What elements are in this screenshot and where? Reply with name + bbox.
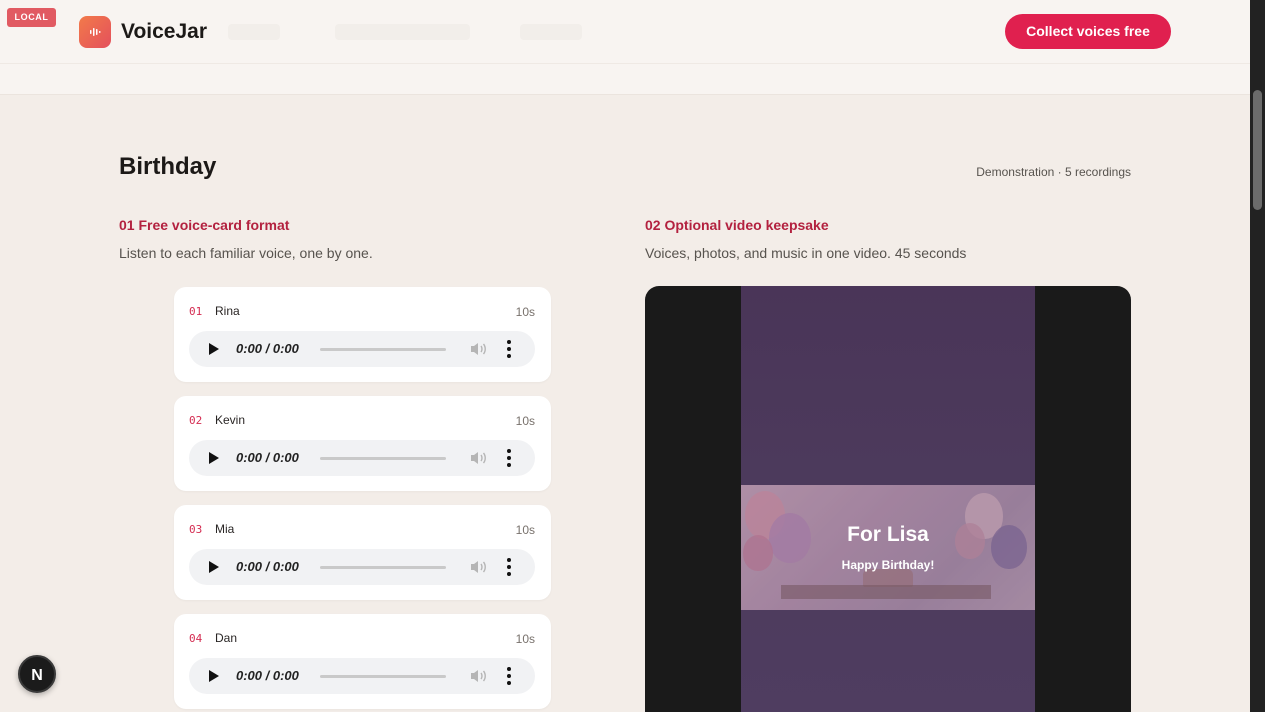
nav-item-faded[interactable] — [520, 24, 582, 40]
collect-voices-button[interactable]: Collect voices free — [1005, 14, 1171, 49]
audio-time: 0:00 / 0:00 — [236, 668, 299, 683]
nav-item-faded[interactable] — [228, 24, 280, 40]
audio-player[interactable]: 0:00 / 0:00 — [189, 549, 535, 585]
more-vertical-icon[interactable] — [507, 667, 511, 685]
recording-name: Dan — [215, 631, 238, 645]
more-vertical-icon[interactable] — [507, 449, 511, 467]
audio-player[interactable]: 0:00 / 0:00 — [189, 331, 535, 367]
recordings-meta: Demonstration · 5 recordings — [976, 165, 1131, 179]
page-scrollbar[interactable] — [1250, 0, 1265, 712]
audio-progress-track[interactable] — [320, 675, 446, 678]
local-env-badge: LOCAL — [7, 8, 56, 27]
scrollbar-thumb[interactable] — [1253, 90, 1262, 210]
audio-progress-track[interactable] — [320, 348, 446, 351]
recording-card: 01 Rina 10s 0:00 / 0:00 — [174, 287, 551, 382]
audio-progress-track[interactable] — [320, 566, 446, 569]
section-desc-voice-card: Listen to each familiar voice, one by on… — [119, 245, 373, 261]
video-subline: Happy Birthday! — [841, 558, 935, 572]
audio-time: 0:00 / 0:00 — [236, 341, 299, 356]
recording-name: Kevin — [215, 413, 246, 427]
play-icon[interactable] — [209, 343, 219, 355]
video-frame: For Lisa Happy Birthday! — [741, 286, 1035, 712]
audio-player[interactable]: 0:00 / 0:00 — [189, 658, 535, 694]
video-title-card: For Lisa Happy Birthday! — [741, 485, 1035, 610]
more-vertical-icon[interactable] — [507, 340, 511, 358]
section-title-video: 02 Optional video keepsake — [645, 217, 829, 233]
recording-number: 02 — [189, 414, 203, 427]
volume-icon[interactable] — [469, 341, 487, 357]
audio-time: 0:00 / 0:00 — [236, 559, 299, 574]
play-icon[interactable] — [209, 670, 219, 682]
nav-item-faded[interactable] — [335, 24, 470, 40]
voice-wave-icon — [90, 28, 101, 36]
recording-duration: 10s — [515, 305, 535, 319]
header-divider — [0, 63, 1250, 64]
audio-progress-track[interactable] — [320, 457, 446, 460]
section-title-voice-card: 01 Free voice-card format — [119, 217, 290, 233]
volume-icon[interactable] — [469, 559, 487, 575]
dev-tools-button[interactable]: N — [18, 655, 56, 693]
more-vertical-icon[interactable] — [507, 558, 511, 576]
recording-duration: 10s — [515, 414, 535, 428]
page-title: Birthday — [119, 153, 217, 180]
play-icon[interactable] — [209, 452, 219, 464]
recording-number: 01 — [189, 305, 203, 318]
recording-duration: 10s — [515, 632, 535, 646]
recording-name: Rina — [215, 304, 240, 318]
recording-name: Mia — [215, 522, 235, 536]
recording-card: 04 Dan 10s 0:00 / 0:00 — [174, 614, 551, 709]
recording-number: 04 — [189, 632, 203, 645]
app-logo[interactable] — [79, 16, 111, 48]
recording-number: 03 — [189, 523, 203, 536]
recording-duration: 10s — [515, 523, 535, 537]
banner-overlay — [741, 485, 1035, 610]
volume-icon[interactable] — [469, 668, 487, 684]
play-icon[interactable] — [209, 561, 219, 573]
audio-player[interactable]: 0:00 / 0:00 — [189, 440, 535, 476]
video-player[interactable]: For Lisa Happy Birthday! — [645, 286, 1131, 712]
video-headline: For Lisa — [847, 523, 929, 546]
volume-icon[interactable] — [469, 450, 487, 466]
recording-card: 03 Mia 10s 0:00 / 0:00 — [174, 505, 551, 600]
section-desc-video: Voices, photos, and music in one video. … — [645, 245, 967, 261]
audio-time: 0:00 / 0:00 — [236, 450, 299, 465]
recording-card: 02 Kevin 10s 0:00 / 0:00 — [174, 396, 551, 491]
brand-name[interactable]: VoiceJar — [121, 20, 207, 44]
